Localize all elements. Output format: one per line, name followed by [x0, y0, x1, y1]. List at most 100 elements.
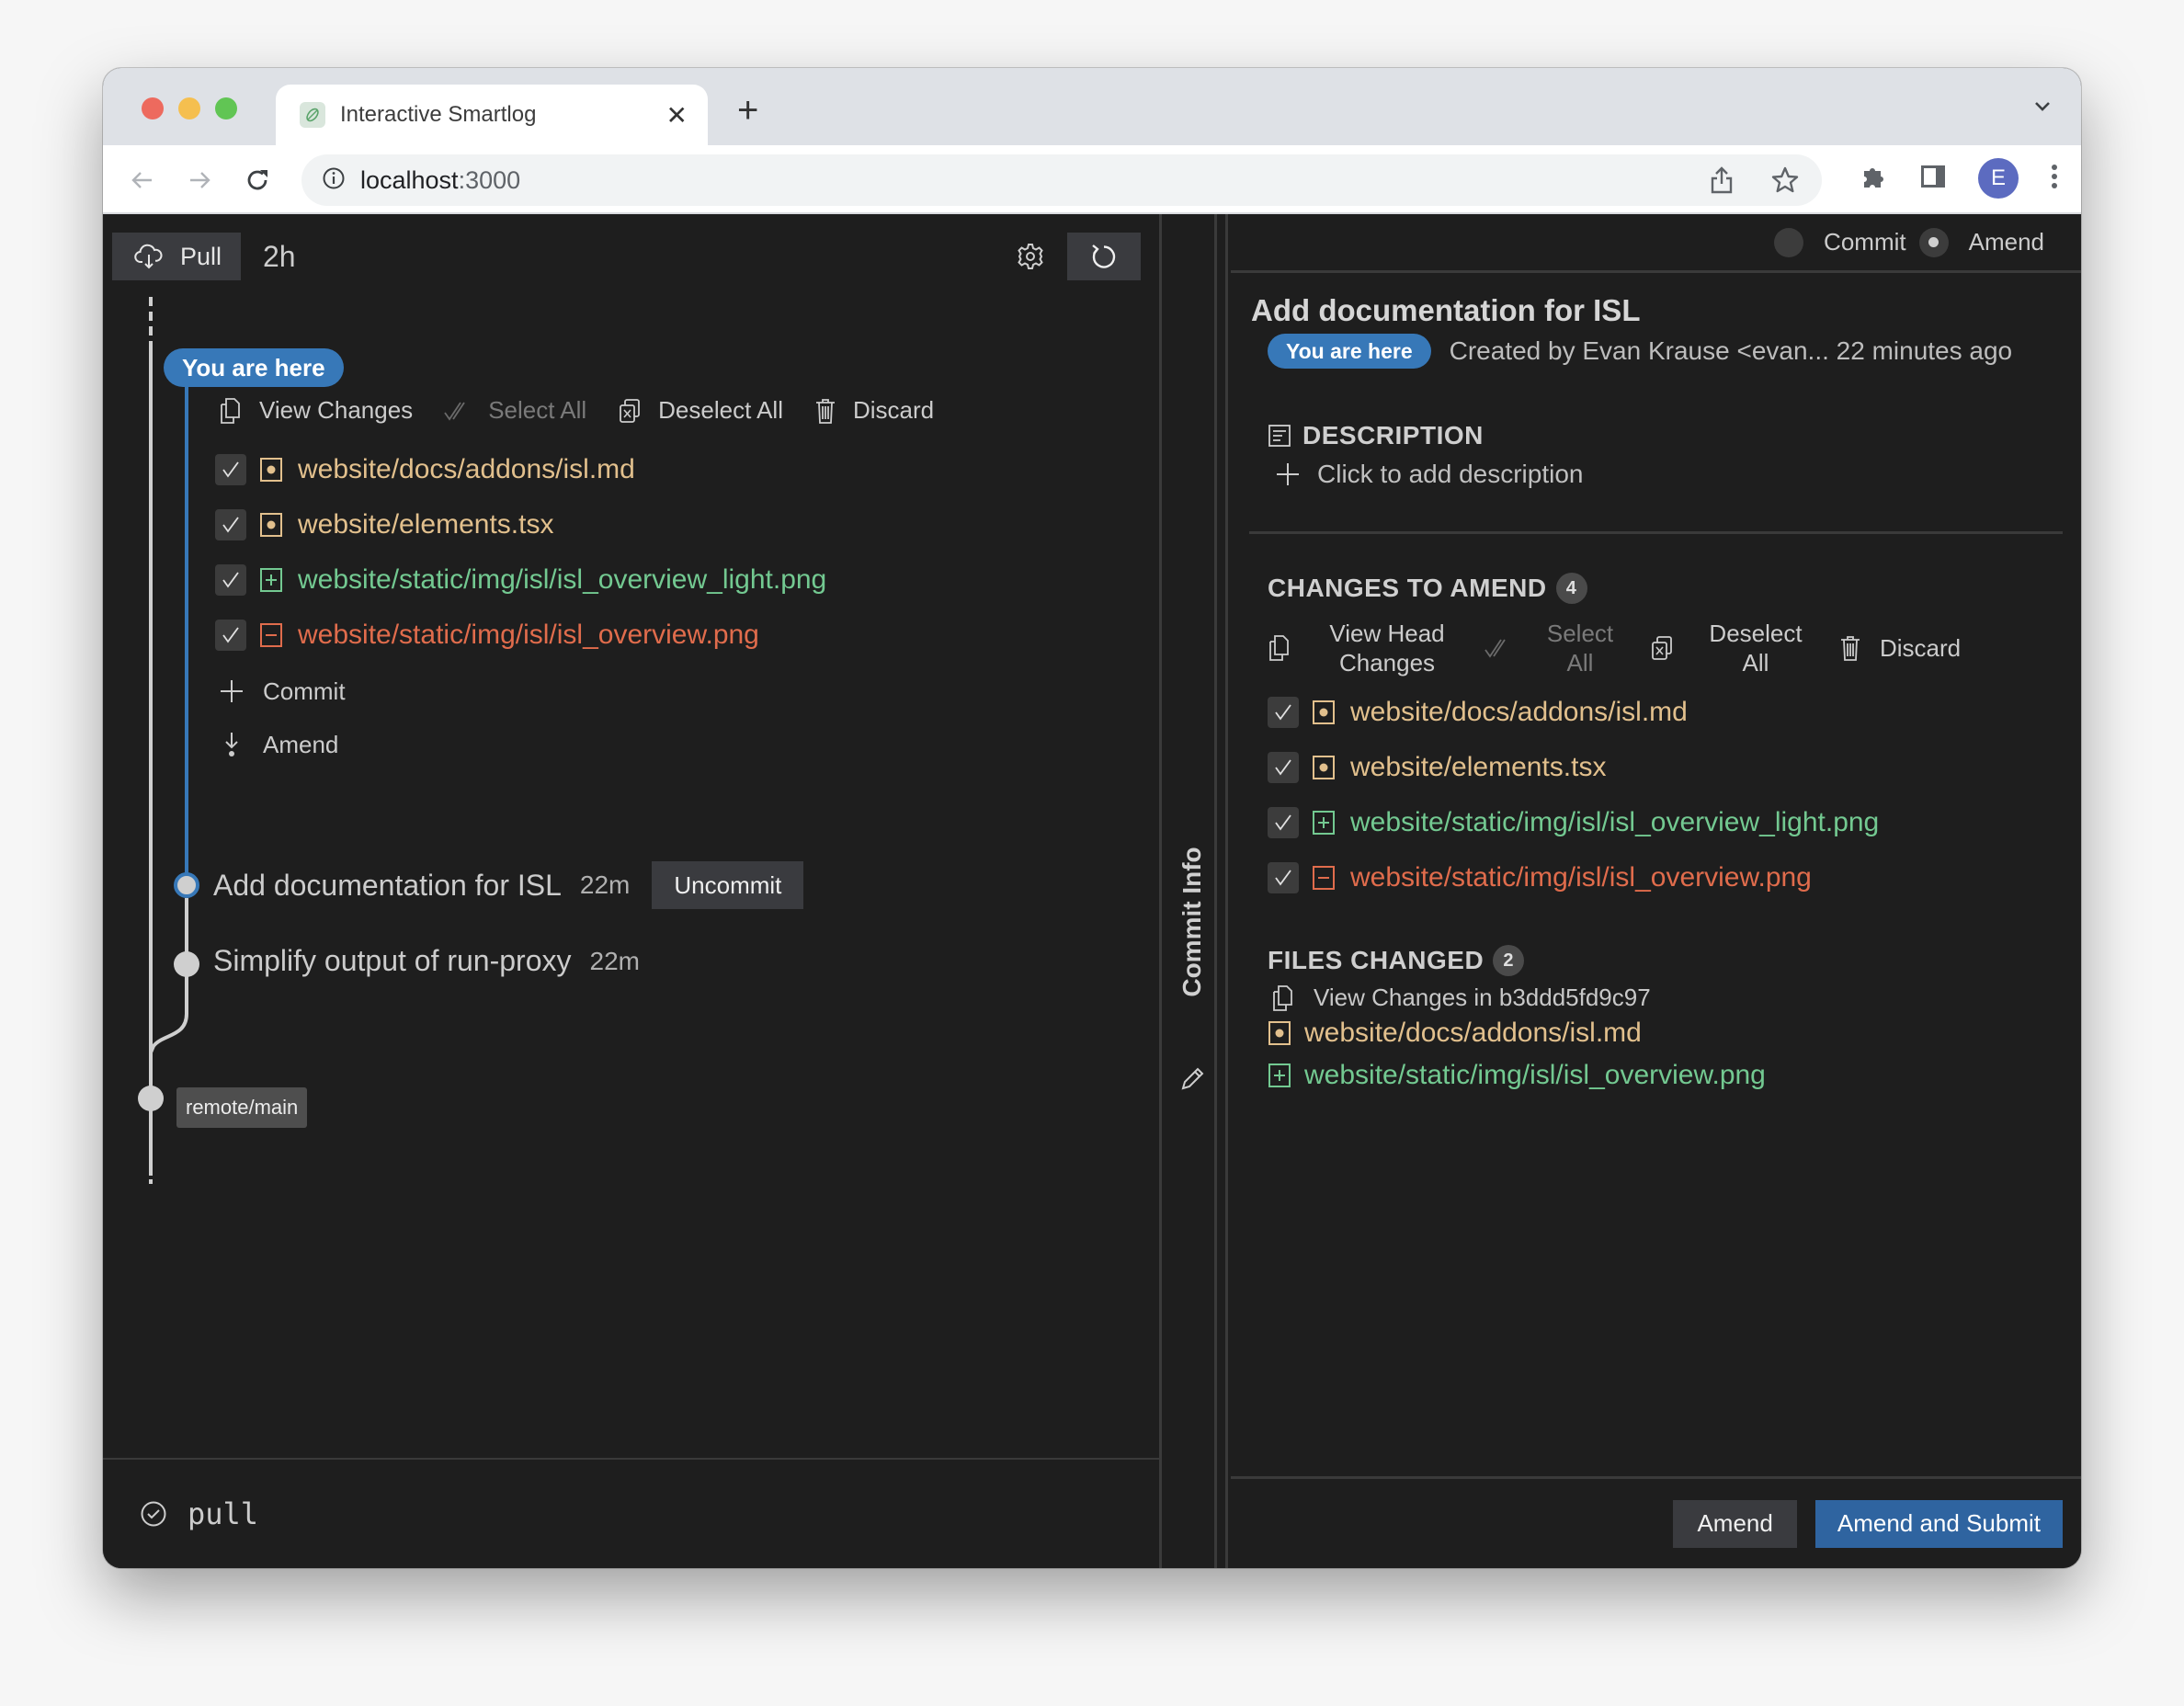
- commit-info-drawer-tab[interactable]: Commit Info: [1165, 214, 1217, 1568]
- commit-age: 22m: [579, 870, 631, 899]
- amend-radio[interactable]: [1918, 227, 1949, 257]
- commit-title[interactable]: Add documentation for ISL: [213, 869, 562, 903]
- discard-button[interactable]: Discard: [1839, 633, 1961, 663]
- view-changes-button[interactable]: View Changes: [219, 396, 413, 425]
- smartlog-toolbar: Pull 2h: [112, 233, 1141, 280]
- side-panel-icon[interactable]: [1919, 163, 1947, 195]
- forward-arrow-icon[interactable]: [186, 165, 215, 195]
- file-row[interactable]: website/static/img/isl/isl_overview_ligh…: [215, 552, 826, 608]
- file-checkbox[interactable]: [215, 454, 246, 485]
- amend-label: Amend: [263, 730, 339, 758]
- drawer-resize-handle[interactable]: [1217, 214, 1228, 1568]
- check-all-icon: [444, 402, 465, 421]
- file-checkbox[interactable]: [1268, 697, 1299, 728]
- files-icon: [1273, 984, 1292, 1011]
- tab-search-chevron-icon[interactable]: [2031, 96, 2053, 122]
- minimize-window-button[interactable]: [178, 97, 200, 119]
- drawer-label[interactable]: Commit Info: [1172, 784, 1212, 1090]
- add-description-button[interactable]: Click to add description: [1275, 460, 1583, 489]
- view-commit-changes-button[interactable]: View Changes in b3ddd5fd9c97: [1268, 984, 1766, 1012]
- amend-button[interactable]: Amend: [219, 718, 346, 771]
- file-row[interactable]: website/elements.tsx: [215, 497, 826, 552]
- file-path[interactable]: website/static/img/isl/isl_overview.png: [1304, 1060, 1766, 1091]
- mode-commit-option[interactable]: Commit: [1774, 227, 1906, 257]
- view-changes-label: View Changes: [259, 396, 414, 424]
- browser-tab[interactable]: Interactive Smartlog ✕: [276, 85, 708, 145]
- amend-and-submit-button[interactable]: Amend and Submit: [1814, 1499, 2063, 1548]
- plus-icon: [1277, 463, 1299, 485]
- cloud-download-icon: [134, 244, 163, 269]
- file-row[interactable]: website/static/img/isl/isl_overview.png: [1268, 850, 2063, 905]
- last-command: pull: [188, 1496, 259, 1531]
- file-row[interactable]: website/static/img/isl/isl_overview_ligh…: [1268, 795, 2063, 850]
- description-heading-text: DESCRIPTION: [1302, 421, 1484, 449]
- settings-gear-icon[interactable]: [1016, 242, 1045, 276]
- commit-row[interactable]: Simplify output of run-proxy 22m: [213, 944, 640, 978]
- share-icon[interactable]: [1708, 165, 1735, 199]
- commit-label: Commit: [263, 677, 346, 705]
- file-path[interactable]: website/elements.tsx: [1350, 752, 1606, 783]
- mode-amend-option[interactable]: Amend: [1918, 227, 2044, 257]
- file-path[interactable]: website/static/img/isl/isl_overview_ligh…: [298, 564, 826, 596]
- back-arrow-icon[interactable]: [127, 165, 156, 195]
- close-tab-icon[interactable]: ✕: [666, 100, 688, 131]
- view-head-changes-button[interactable]: View Head Changes: [1268, 619, 1451, 677]
- amend-submit-secondary-button[interactable]: Amend: [1673, 1499, 1797, 1548]
- isl-app: Pull 2h You are here View Changes Select…: [103, 214, 2081, 1568]
- file-path[interactable]: website/static/img/isl/isl_overview.png: [1350, 862, 1812, 893]
- file-path[interactable]: website/static/img/isl/isl_overview.png: [298, 620, 759, 651]
- changed-file-row[interactable]: website/static/img/isl/isl_overview.png: [1268, 1054, 1766, 1097]
- changes-to-amend-section: CHANGES TO AMEND 4 View Head Changes Sel…: [1268, 573, 2063, 905]
- file-row[interactable]: website/docs/addons/isl.md: [215, 442, 826, 497]
- file-row[interactable]: website/elements.tsx: [1268, 740, 2063, 795]
- file-row[interactable]: website/docs/addons/isl.md: [1268, 685, 2063, 740]
- file-path[interactable]: website/docs/addons/isl.md: [1304, 1018, 1642, 1049]
- file-path[interactable]: website/elements.tsx: [298, 509, 553, 540]
- commit-radio[interactable]: [1774, 227, 1804, 257]
- modified-file-icon: [1312, 699, 1336, 725]
- mode-label: Amend: [1968, 228, 2044, 256]
- you-are-here-badge: You are here: [1268, 334, 1431, 369]
- file-path[interactable]: website/docs/addons/isl.md: [1350, 697, 1688, 728]
- select-all-button[interactable]: Select All: [444, 396, 586, 425]
- extensions-puzzle-icon[interactable]: [1859, 162, 1888, 196]
- new-tab-button[interactable]: +: [737, 92, 758, 129]
- file-checkbox[interactable]: [1268, 752, 1299, 783]
- file-path[interactable]: website/docs/addons/isl.md: [298, 454, 635, 485]
- browser-window: Interactive Smartlog ✕ + localhost:3000: [103, 68, 2081, 1568]
- files-changed-section: FILES CHANGED 2 View Changes in b3ddd5fd…: [1268, 945, 1766, 1097]
- discard-button[interactable]: Discard: [814, 396, 934, 425]
- reload-icon[interactable]: [243, 165, 272, 195]
- browser-menu-icon[interactable]: [2050, 163, 2059, 195]
- commit-row-head[interactable]: Add documentation for ISL 22m Uncommit: [213, 861, 804, 909]
- leaf-icon: [300, 102, 325, 128]
- zoom-window-button[interactable]: [215, 97, 237, 119]
- commit-button[interactable]: Commit: [219, 665, 346, 718]
- close-window-button[interactable]: [142, 97, 164, 119]
- site-info-icon[interactable]: [322, 166, 346, 195]
- profile-avatar[interactable]: E: [1978, 158, 2019, 199]
- file-path[interactable]: website/static/img/isl/isl_overview_ligh…: [1350, 807, 1879, 838]
- deselect-icon: [620, 398, 641, 423]
- bookmark-star-icon[interactable]: [1770, 165, 1800, 199]
- uncommit-button[interactable]: Uncommit: [652, 861, 804, 909]
- file-row[interactable]: website/static/img/isl/isl_overview.png: [215, 608, 826, 663]
- deselect-all-button[interactable]: Deselect All: [1650, 619, 1806, 677]
- pull-button[interactable]: Pull: [112, 233, 241, 280]
- file-checkbox[interactable]: [1268, 807, 1299, 838]
- deselect-all-button[interactable]: Deselect All: [618, 396, 783, 425]
- refresh-button[interactable]: [1067, 233, 1141, 280]
- commit-title[interactable]: Simplify output of run-proxy: [213, 944, 572, 978]
- commit-title-heading[interactable]: Add documentation for ISL: [1251, 293, 1640, 328]
- discard-label: Discard: [1880, 634, 1962, 662]
- select-all-button[interactable]: Select All: [1484, 619, 1617, 677]
- commit-node: [174, 951, 199, 977]
- file-checkbox[interactable]: [215, 564, 246, 596]
- address-bar[interactable]: localhost:3000: [301, 154, 1822, 206]
- file-checkbox[interactable]: [215, 509, 246, 540]
- deselect-icon: [1652, 636, 1672, 660]
- file-checkbox[interactable]: [215, 620, 246, 651]
- changed-file-row[interactable]: website/docs/addons/isl.md: [1268, 1012, 1766, 1054]
- commit-age: 22m: [589, 946, 640, 975]
- file-checkbox[interactable]: [1268, 862, 1299, 893]
